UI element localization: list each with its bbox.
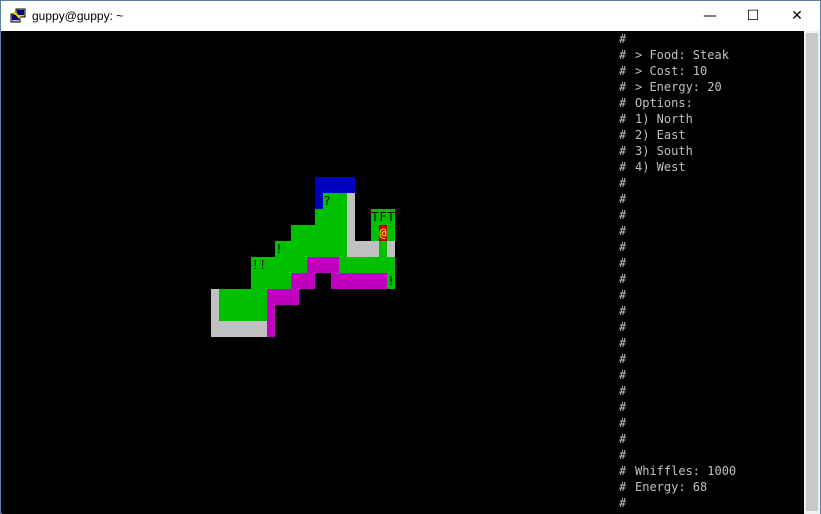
wall-char: #: [619, 496, 627, 510]
wall-char: #: [619, 176, 627, 190]
wall-char: #: [619, 192, 627, 206]
map-tile-mud: [267, 305, 275, 321]
map-tile-wall: [347, 225, 355, 241]
map-tile-wall: [387, 241, 395, 257]
wall-char: #: [619, 448, 627, 462]
wall-char: #: [619, 128, 627, 142]
option-east: 2) East: [635, 128, 686, 142]
wall-char: #: [619, 304, 627, 318]
wall-char: #: [619, 288, 627, 302]
wall-char: #: [619, 48, 627, 62]
wall-char: #: [619, 480, 627, 494]
wall-char: #: [619, 400, 627, 414]
wall-char: #: [619, 160, 627, 174]
map-tile-grass: [339, 257, 395, 273]
map-tile-mud: [331, 273, 387, 289]
food-line: > Food: Steak: [635, 48, 729, 62]
whiffles-count: Whiffles: 1000: [635, 464, 737, 478]
minimize-button[interactable]: —: [687, 1, 733, 31]
cost-line: > Cost: 10: [635, 64, 708, 78]
map-tile-grass: [291, 225, 347, 241]
terminal-screen[interactable]: ? T F T @!!!! # # # # # # # # # # # # # # # # # # # # # # # # # # # # # #…: [2, 31, 804, 514]
vertical-scrollbar[interactable]: [804, 31, 820, 514]
wall-char: #: [619, 272, 627, 286]
map-tile-grass: [275, 241, 347, 257]
food-glyph: F: [379, 210, 387, 224]
tree-glyph: T: [387, 210, 395, 224]
map-tile-mud: [267, 321, 275, 337]
item-glyph: !!: [251, 258, 267, 272]
wall-char: #: [619, 256, 627, 270]
option-west: 4) West: [635, 160, 686, 174]
map-tile-grass: [379, 241, 387, 257]
close-button[interactable]: ✕: [774, 1, 820, 31]
option-north: 1) North: [635, 112, 693, 126]
map-tile-wall: [347, 241, 379, 257]
map-tile-mud: [267, 289, 299, 305]
terminal-window: guppy@guppy: ~ — ☐ ✕ ? T F T @!!!! # # # # # # # # #…: [0, 0, 821, 514]
wall-char: #: [619, 64, 627, 78]
map-tile-wall: [211, 305, 219, 321]
wall-char: #: [619, 112, 627, 126]
map-tile-grass: [219, 305, 267, 321]
options-header: Options:: [635, 96, 693, 110]
energy-status: Energy: 68: [635, 480, 708, 494]
wall-char: #: [619, 320, 627, 334]
map-tile-grass: [371, 225, 379, 241]
map-tile-mud: [291, 273, 315, 289]
unknown-glyph: ?: [323, 194, 331, 208]
wall-char: #: [619, 336, 627, 350]
item-glyph: !: [387, 274, 395, 288]
map-tile-mud: [307, 257, 339, 273]
wall-char: #: [619, 384, 627, 398]
map-tile-grass: [387, 225, 395, 241]
wall-char: #: [619, 144, 627, 158]
map-tile-wall: [211, 321, 267, 337]
wall-char: #: [619, 208, 627, 222]
wall-char: #: [619, 32, 627, 46]
putty-icon: [10, 8, 26, 23]
wall-char: #: [619, 352, 627, 366]
map-tile-water: [315, 193, 323, 209]
window-title: guppy@guppy: ~: [32, 9, 124, 23]
wall-char: #: [619, 224, 627, 238]
wall-char: #: [619, 416, 627, 430]
game-map: ? T F T @!!!!: [2, 31, 602, 514]
map-tile-grass: [219, 289, 267, 305]
player-glyph: @: [379, 226, 387, 240]
map-tile-wall: [347, 193, 355, 209]
map-tile-grass: [251, 273, 291, 289]
item-glyph: !: [275, 242, 283, 256]
wall-char: #: [619, 80, 627, 94]
map-tile-wall: [347, 209, 355, 225]
wall-char: #: [619, 432, 627, 446]
wall-char: #: [619, 240, 627, 254]
energy-cost-line: > Energy: 20: [635, 80, 722, 94]
wall-char: #: [619, 368, 627, 382]
maximize-button[interactable]: ☐: [730, 1, 776, 31]
scrollbar-thumb[interactable]: [806, 33, 818, 511]
map-tile-wall: [211, 289, 219, 305]
wall-char: #: [619, 96, 627, 110]
wall-char: #: [619, 464, 627, 478]
map-tile-grass: [315, 209, 347, 225]
title-bar[interactable]: guppy@guppy: ~ — ☐ ✕: [1, 1, 820, 31]
option-south: 3) South: [635, 144, 693, 158]
map-tile-water: [315, 177, 355, 193]
tree-glyph: T: [371, 210, 379, 224]
